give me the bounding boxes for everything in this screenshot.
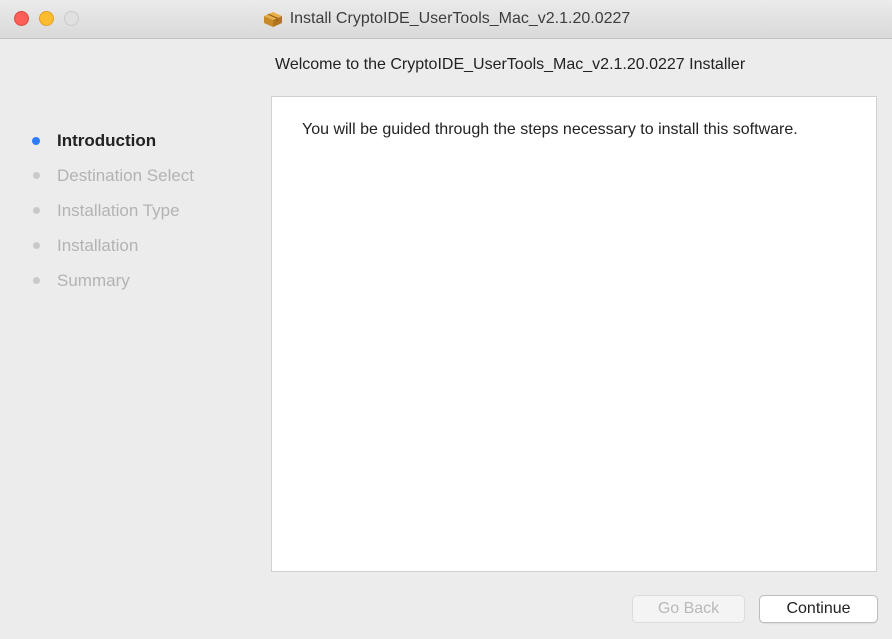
step-label: Installation	[57, 235, 139, 255]
step-dot-icon	[33, 207, 40, 214]
title-bar: Install CryptoIDE_UserTools_Mac_v2.1.20.…	[0, 0, 892, 39]
continue-button[interactable]: Continue	[759, 595, 878, 623]
package-icon	[263, 12, 282, 27]
installer-steps: Introduction Destination Select Installa…	[30, 123, 194, 298]
introduction-text: You will be guided through the steps nec…	[302, 121, 798, 138]
step-label: Installation Type	[57, 200, 180, 220]
step-installation: Installation	[30, 228, 194, 263]
installer-window: Install CryptoIDE_UserTools_Mac_v2.1.20.…	[0, 0, 892, 639]
step-dot-icon	[33, 277, 40, 284]
step-introduction: Introduction	[30, 123, 194, 158]
step-dot-icon	[33, 242, 40, 249]
window-title: Install CryptoIDE_UserTools_Mac_v2.1.20.…	[289, 10, 631, 27]
window-title-group: Install CryptoIDE_UserTools_Mac_v2.1.20.…	[0, 0, 892, 38]
step-installation-type: Installation Type	[30, 193, 194, 228]
content-panel: You will be guided through the steps nec…	[271, 96, 877, 572]
step-destination-select: Destination Select	[30, 158, 194, 193]
active-step-dot-icon	[32, 136, 40, 145]
page-heading: Welcome to the CryptoIDE_UserTools_Mac_v…	[275, 56, 746, 73]
step-label: Destination Select	[57, 165, 195, 185]
go-back-button[interactable]: Go Back	[632, 595, 745, 623]
step-summary: Summary	[30, 263, 194, 298]
step-label: Summary	[57, 270, 130, 290]
step-label: Introduction	[57, 130, 157, 150]
step-dot-icon	[33, 172, 40, 179]
